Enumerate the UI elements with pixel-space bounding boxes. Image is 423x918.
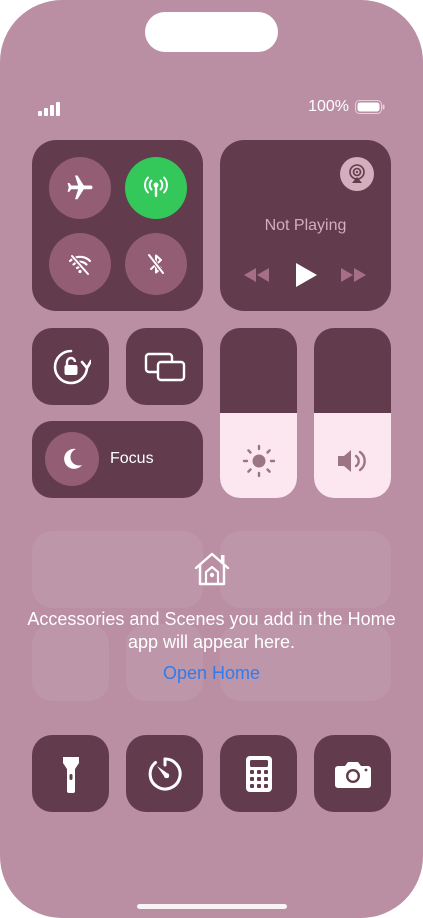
focus-label: Focus xyxy=(110,450,154,467)
airplay-button[interactable] xyxy=(340,157,374,191)
home-placeholder xyxy=(220,531,391,608)
rewind-icon[interactable] xyxy=(242,266,272,284)
volume-slider[interactable] xyxy=(314,328,391,498)
home-placeholder xyxy=(32,531,203,608)
calculator-button[interactable] xyxy=(220,735,297,812)
fast-forward-icon[interactable] xyxy=(338,266,368,284)
sun-icon xyxy=(242,444,275,478)
timer-icon xyxy=(148,756,182,790)
screen-mirroring-icon xyxy=(144,352,185,381)
timer-button[interactable] xyxy=(126,735,203,812)
camera-button[interactable] xyxy=(314,735,391,812)
airplay-icon xyxy=(349,164,365,183)
cellular-signal-icon xyxy=(38,102,60,116)
airplane-mode-toggle[interactable] xyxy=(49,157,111,219)
home-indicator[interactable] xyxy=(137,904,287,909)
now-playing-status: Not Playing xyxy=(264,217,347,234)
cellular-antenna-icon xyxy=(144,176,168,197)
bluetooth-toggle[interactable] xyxy=(125,233,187,295)
dynamic-island xyxy=(145,12,278,52)
airplane-icon xyxy=(67,175,93,200)
cellular-data-toggle[interactable] xyxy=(125,157,187,219)
calculator-icon xyxy=(245,755,272,792)
focus-icon-circle xyxy=(45,432,99,486)
bluetooth-off-icon xyxy=(147,253,165,275)
speaker-icon xyxy=(337,450,366,472)
battery-percentage: 100% xyxy=(308,98,349,115)
status-bar: 100% xyxy=(0,98,423,120)
control-center: 100% Not Playing Focus Accessories and S… xyxy=(0,0,423,918)
focus-button[interactable]: Focus xyxy=(32,421,203,498)
flashlight-button[interactable] xyxy=(32,735,109,812)
play-icon[interactable] xyxy=(294,262,318,288)
connectivity-module xyxy=(32,140,203,311)
moon-icon xyxy=(64,448,82,469)
home-empty-message: Accessories and Scenes you add in the Ho… xyxy=(27,609,396,652)
battery-icon xyxy=(355,100,385,114)
orientation-lock-icon xyxy=(53,349,91,384)
open-home-link[interactable]: Open Home xyxy=(0,663,423,684)
now-playing-module[interactable]: Not Playing xyxy=(220,140,391,311)
home-icon xyxy=(194,552,230,586)
camera-icon xyxy=(334,761,371,788)
wifi-toggle[interactable] xyxy=(49,233,111,295)
screen-mirroring-button[interactable] xyxy=(126,328,203,405)
brightness-slider[interactable] xyxy=(220,328,297,498)
flashlight-icon xyxy=(62,756,79,793)
wifi-off-icon xyxy=(68,254,92,276)
orientation-lock-button[interactable] xyxy=(32,328,109,405)
